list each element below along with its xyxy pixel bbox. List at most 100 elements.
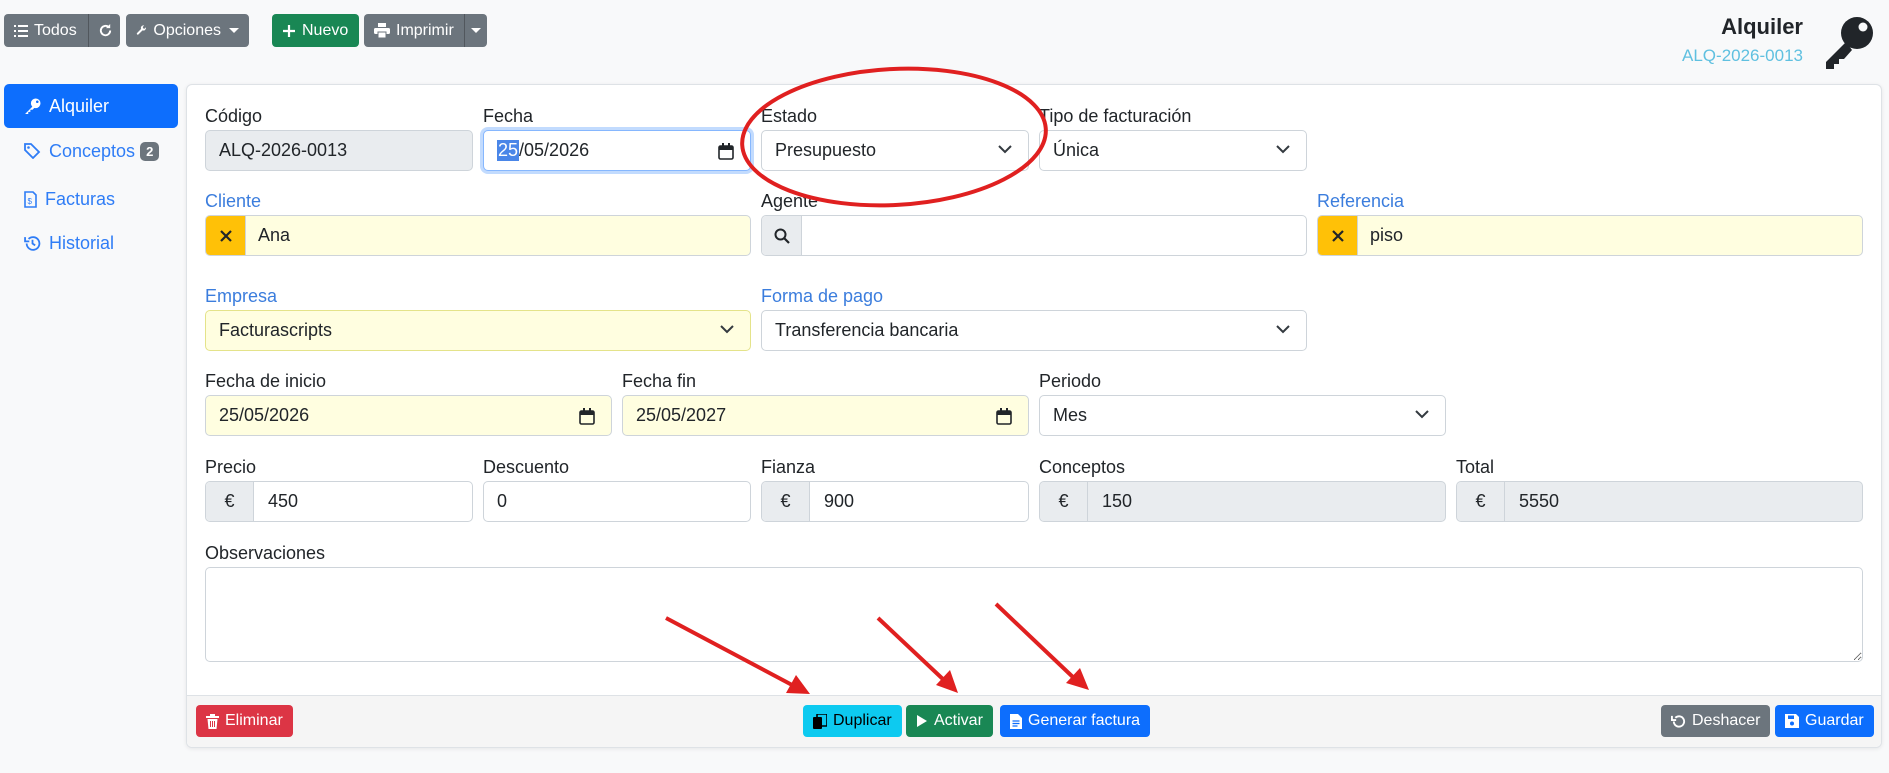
tipo-facturacion-value: Única — [1053, 140, 1100, 160]
save-button[interactable]: Guardar — [1775, 705, 1874, 737]
generate-invoice-button[interactable]: Generar factura — [1000, 705, 1151, 737]
chevron-down-icon — [1276, 325, 1290, 334]
fianza-label: Fianza — [761, 457, 816, 477]
observaciones-textarea[interactable] — [205, 567, 1863, 662]
undo-icon — [1671, 714, 1685, 728]
referencia-value: piso — [1370, 225, 1404, 245]
duplicate-button[interactable]: Duplicar — [803, 705, 902, 737]
empresa-value: Facturascripts — [219, 320, 333, 340]
fecha-date-field[interactable]: 25/05/2026 — [483, 130, 751, 171]
precio-field[interactable]: € 450 — [205, 481, 473, 522]
forma-pago-label[interactable]: Forma de pago — [761, 286, 883, 307]
undo-label: Deshacer — [1692, 712, 1761, 729]
new-label: Nuevo — [302, 21, 349, 39]
sidebar-item-label: Historial — [49, 232, 115, 253]
chevron-down-icon — [720, 325, 734, 334]
delete-button[interactable]: Eliminar — [196, 705, 293, 737]
fecha-label: Fecha — [483, 106, 534, 126]
codigo-label: Código — [205, 106, 263, 126]
record-code: ALQ-2026-0013 — [1682, 46, 1803, 65]
sidebar-item-historial[interactable]: Historial — [4, 221, 178, 265]
total-label: Total — [1456, 457, 1495, 477]
periodo-select[interactable]: Mes — [1039, 395, 1446, 436]
print-dropdown-toggle[interactable] — [465, 14, 487, 47]
conceptos-total-value: 150 — [1102, 491, 1133, 511]
undo-button[interactable]: Deshacer — [1661, 705, 1771, 737]
calendar-icon[interactable] — [996, 408, 1012, 425]
invoice-icon: $ — [24, 190, 37, 208]
sidebar-item-facturas[interactable]: $ Facturas — [4, 177, 178, 221]
fecha-fin-field[interactable]: 25/05/2027 — [622, 395, 1029, 436]
fecha-inicio-value: 25/05/2026 — [219, 405, 310, 425]
clear-cliente-button[interactable] — [206, 216, 246, 255]
floppy-disk-icon — [1785, 714, 1799, 728]
estado-select[interactable]: Presupuesto — [761, 130, 1029, 171]
fecha-inicio-field[interactable]: 25/05/2026 — [205, 395, 612, 436]
key-icon — [25, 98, 41, 114]
count-badge: 2 — [140, 141, 160, 161]
generate-invoice-label: Generar factura — [1028, 712, 1141, 729]
agente-label: Agente — [761, 191, 819, 211]
chevron-down-icon — [1415, 410, 1429, 419]
calendar-icon[interactable] — [579, 408, 595, 425]
trash-icon — [206, 713, 219, 729]
duplicate-label: Duplicar — [833, 712, 892, 729]
sidebar-item-label: Conceptos — [49, 140, 136, 161]
all-records-label: Todos — [34, 21, 77, 39]
tipo-facturacion-label: Tipo de facturación — [1039, 106, 1192, 126]
activate-button[interactable]: Activar — [906, 705, 993, 737]
fecha-fin-value: 25/05/2027 — [636, 405, 727, 425]
fianza-value: 900 — [824, 491, 855, 511]
close-icon — [219, 229, 232, 242]
fecha-inicio-label: Fecha de inicio — [205, 371, 327, 391]
fianza-field[interactable]: € 900 — [761, 481, 1029, 522]
chevron-down-icon — [229, 28, 239, 33]
estado-label: Estado — [761, 106, 818, 126]
euro-addon: € — [762, 482, 810, 521]
refresh-button[interactable] — [90, 14, 120, 47]
sidebar-item-conceptos[interactable]: Conceptos 2 — [4, 129, 178, 173]
page-header: Alquiler ALQ-2026-0013 — [1682, 14, 1803, 66]
sidebar-item-alquiler[interactable]: Alquiler — [4, 84, 178, 128]
conceptos-total-label: Conceptos — [1039, 457, 1126, 477]
play-icon — [917, 715, 927, 727]
page-title: Alquiler — [1721, 14, 1803, 39]
chevron-down-icon — [1276, 145, 1290, 154]
codigo-field[interactable]: ALQ-2026-0013 — [205, 130, 473, 171]
list-icon — [14, 24, 28, 37]
rental-form-card: Código ALQ-2026-0013 Fecha 25/05/2026 Es… — [186, 84, 1882, 748]
options-label: Opciones — [153, 21, 221, 39]
forma-pago-select[interactable]: Transferencia bancaria — [761, 310, 1307, 351]
referencia-field[interactable]: piso — [1317, 215, 1863, 256]
refresh-icon — [99, 23, 111, 37]
periodo-value: Mes — [1053, 405, 1088, 425]
estado-value: Presupuesto — [775, 140, 877, 160]
options-dropdown-button[interactable]: Opciones — [126, 14, 249, 47]
empresa-label[interactable]: Empresa — [205, 286, 277, 307]
search-agente-button[interactable] — [762, 216, 802, 255]
chevron-down-icon — [471, 28, 481, 33]
delete-label: Eliminar — [225, 712, 283, 729]
euro-addon: € — [1040, 482, 1088, 521]
fecha-fin-label: Fecha fin — [622, 371, 697, 391]
calendar-icon[interactable] — [718, 143, 734, 160]
activate-label: Activar — [934, 712, 983, 729]
fecha-day-selected: 25 — [497, 140, 520, 161]
clear-referencia-button[interactable] — [1318, 216, 1358, 255]
euro-addon: € — [1457, 482, 1505, 521]
sidebar-item-label: Alquiler — [49, 95, 110, 116]
cliente-label[interactable]: Cliente — [205, 191, 261, 212]
cliente-field[interactable]: Ana — [205, 215, 751, 256]
save-label: Guardar — [1805, 712, 1864, 729]
periodo-label: Periodo — [1039, 371, 1102, 391]
tipo-facturacion-select[interactable]: Única — [1039, 130, 1307, 171]
codigo-value: ALQ-2026-0013 — [219, 140, 348, 160]
copy-icon — [813, 713, 827, 729]
form-footer: Eliminar Duplicar Activar Generar factur… — [187, 695, 1881, 747]
referencia-label[interactable]: Referencia — [1317, 191, 1404, 212]
agente-field[interactable] — [761, 215, 1307, 256]
new-button[interactable]: Nuevo — [272, 14, 359, 47]
conceptos-total-field: € 150 — [1039, 481, 1446, 522]
descuento-field[interactable]: 0 — [483, 481, 751, 522]
empresa-select[interactable]: Facturascripts — [205, 310, 751, 351]
